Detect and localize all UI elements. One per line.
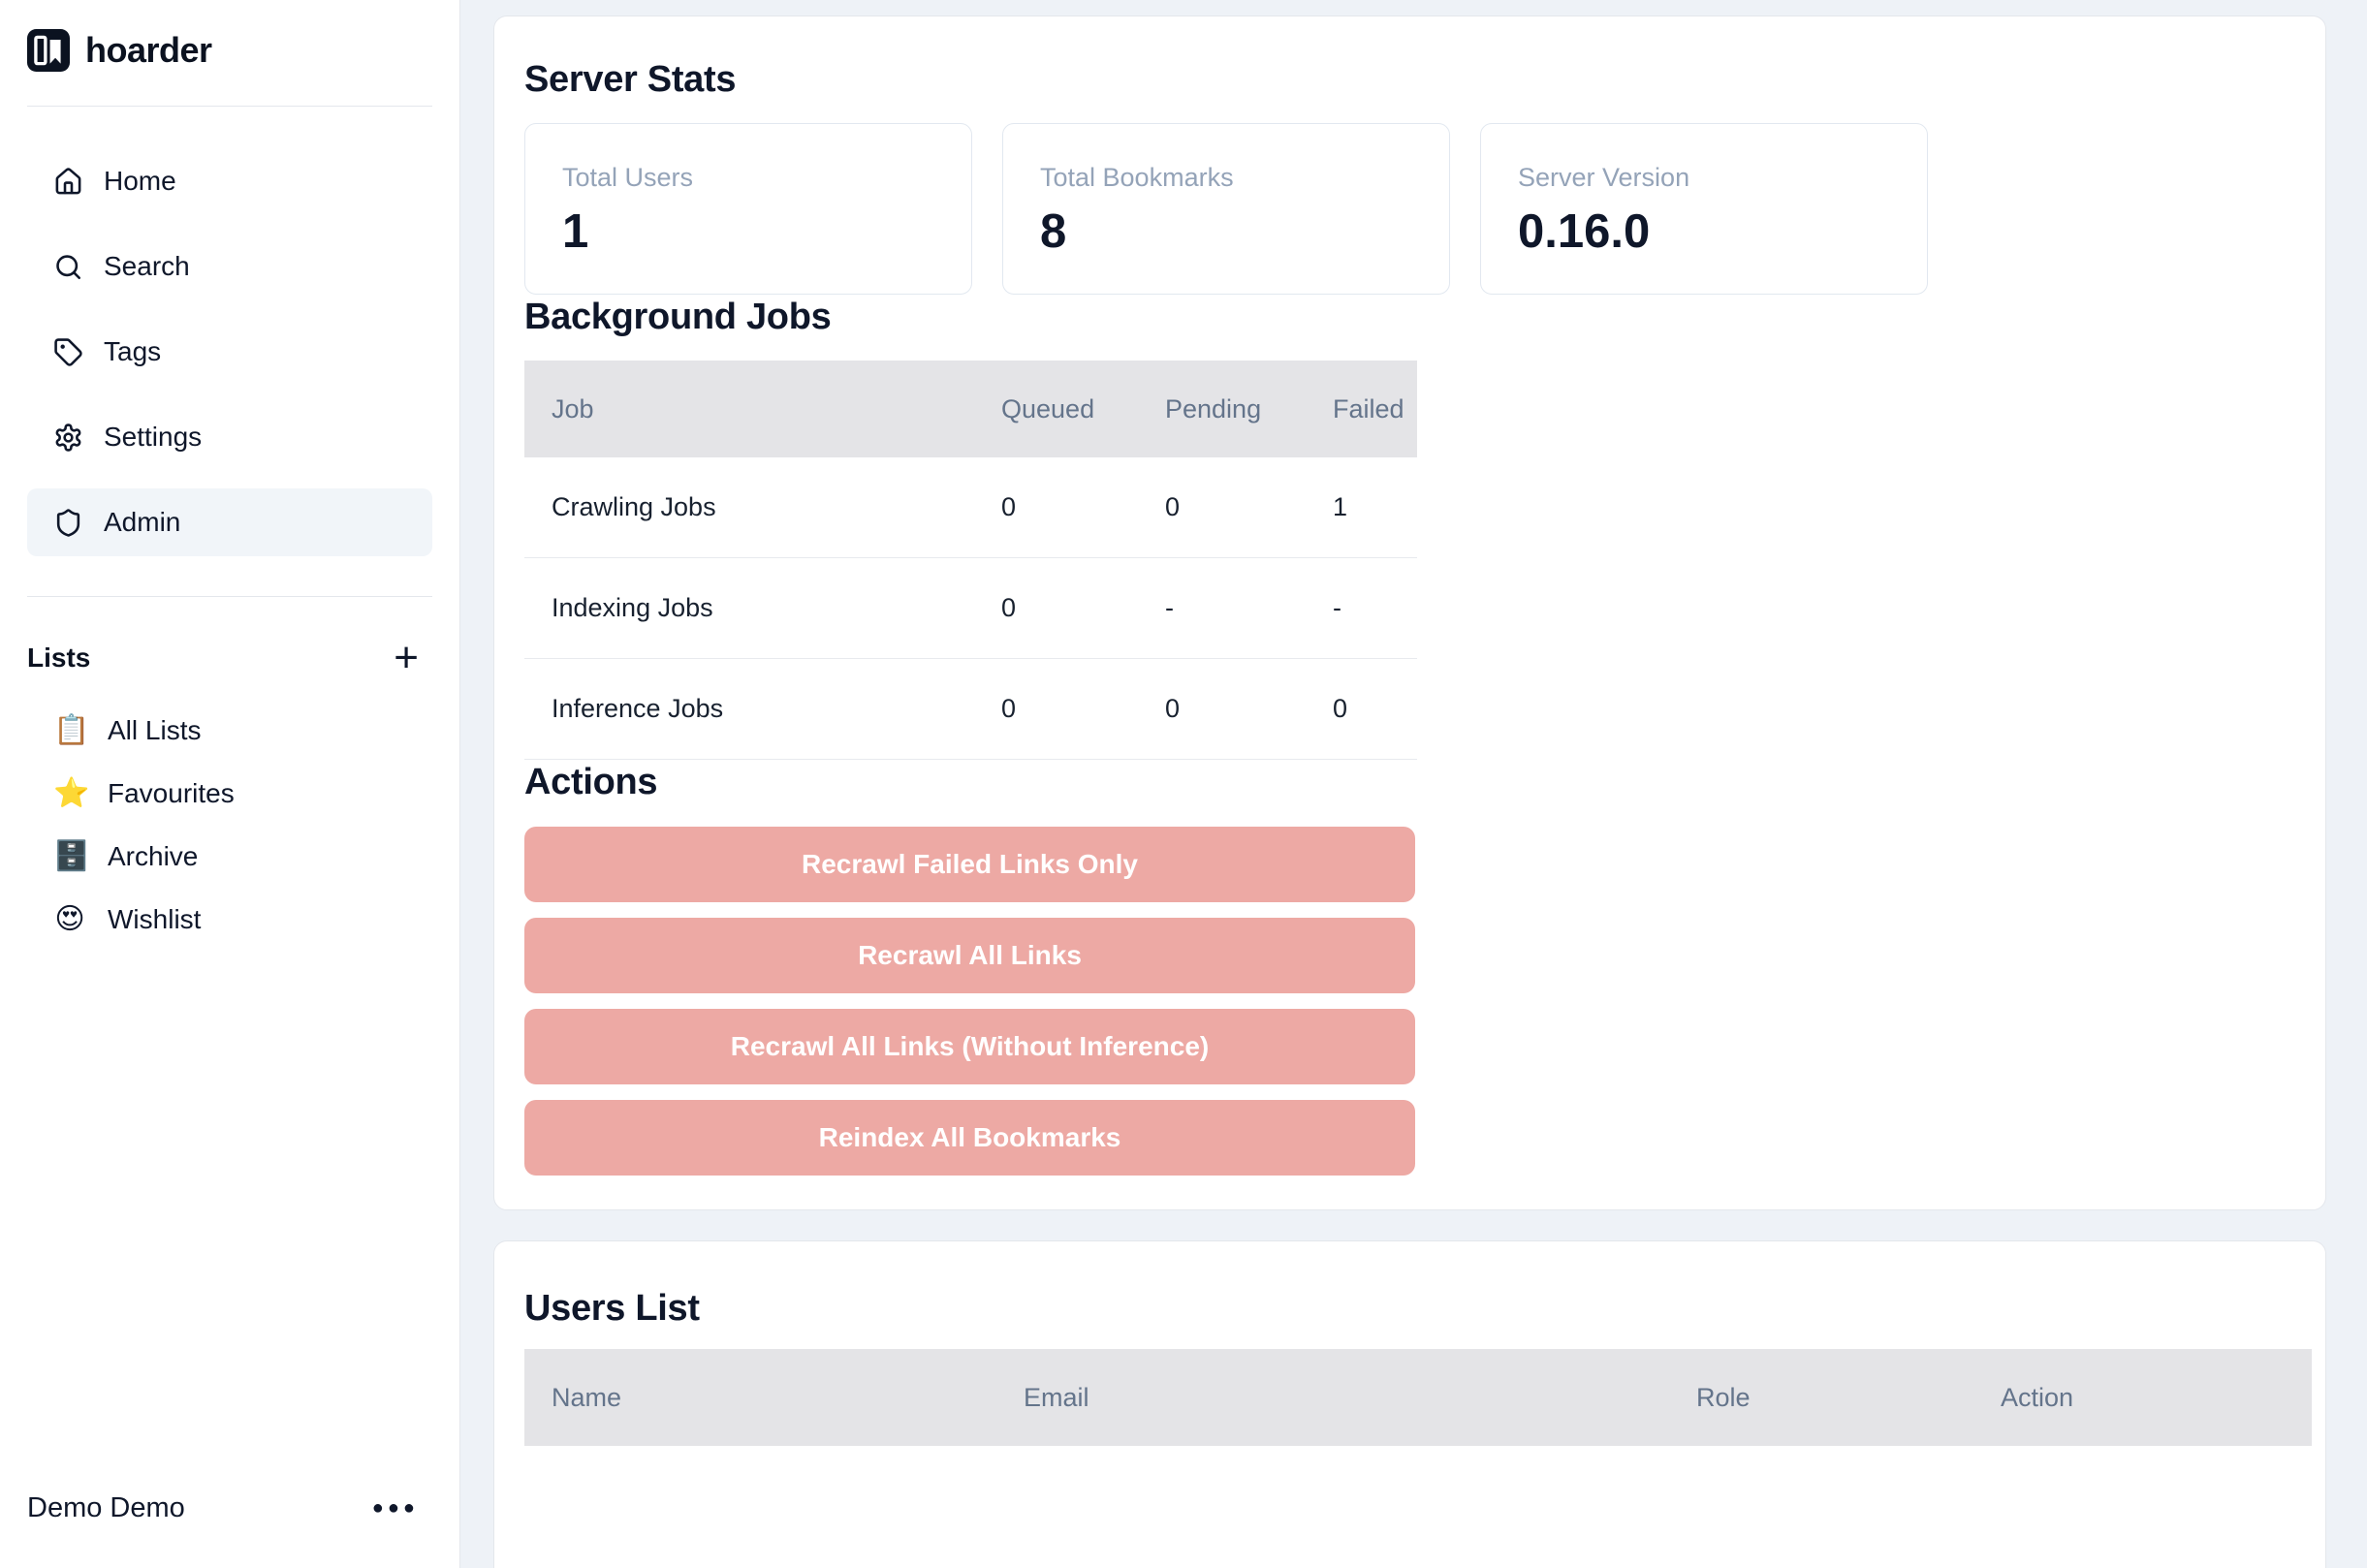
list-item-label: Wishlist [108, 904, 201, 935]
column-header-failed: Failed [1306, 394, 1417, 424]
cell-queued: 0 [974, 593, 1138, 623]
list-item-archive[interactable]: 🗄️ Archive [27, 830, 432, 884]
stat-card-total-bookmarks: Total Bookmarks 8 [1002, 123, 1450, 295]
lists-title: Lists [27, 643, 90, 674]
list-item-label: Favourites [108, 778, 235, 809]
user-row: Demo Demo ●●● [27, 1481, 432, 1535]
app-title: hoarder [85, 30, 212, 71]
lists-header: Lists + [27, 631, 432, 685]
sidebar-divider [27, 106, 432, 107]
cell-queued: 0 [974, 694, 1138, 724]
cell-failed: 0 [1306, 694, 1417, 724]
hoarder-logo[interactable]: hoarder [27, 29, 432, 72]
background-jobs-table: Job Queued Pending Failed Crawling Jobs … [524, 361, 1417, 760]
plus-icon: + [394, 634, 419, 681]
sidebar-item-tags[interactable]: Tags [27, 318, 432, 386]
stat-value: 1 [562, 204, 934, 259]
lists-items: 📋 All Lists ⭐ Favourites 🗄️ Archive 😍 Wi… [27, 704, 432, 947]
list-item-wishlist[interactable]: 😍 Wishlist [27, 893, 432, 947]
sidebar-item-label: Admin [104, 507, 180, 538]
user-menu-button[interactable]: ●●● [370, 1494, 421, 1521]
sidebar-item-label: Tags [104, 336, 161, 367]
sidebar-item-settings[interactable]: Settings [27, 403, 432, 471]
sidebar: hoarder Home S [0, 0, 460, 1568]
home-icon [53, 167, 83, 197]
server-stats-row: Total Users 1 Total Bookmarks 8 Server V… [524, 123, 2295, 295]
column-header-action: Action [1973, 1383, 2312, 1413]
column-header-job: Job [524, 394, 974, 424]
stat-card-total-users: Total Users 1 [524, 123, 972, 295]
sidebar-item-label: Search [104, 251, 190, 282]
stat-value: 0.16.0 [1518, 204, 1890, 259]
table-row-indexing-jobs: Indexing Jobs 0 - - [524, 558, 1417, 659]
stat-label: Total Users [562, 163, 934, 193]
cell-pending: 0 [1138, 694, 1306, 724]
users-card: Users List Name Email Role Action [493, 1240, 2326, 1568]
users-table: Name Email Role Action [524, 1349, 2312, 1446]
column-header-role: Role [1669, 1383, 1973, 1413]
sidebar-item-admin[interactable]: Admin [27, 488, 432, 556]
list-item-all-lists[interactable]: 📋 All Lists [27, 704, 432, 758]
column-header-name: Name [524, 1383, 996, 1413]
cell-pending: - [1138, 593, 1306, 623]
recrawl-all-links-button[interactable]: Recrawl All Links [524, 918, 1415, 993]
cell-job-name: Inference Jobs [524, 694, 974, 724]
actions-buttons: Recrawl Failed Links Only Recrawl All Li… [524, 827, 1415, 1176]
app-root: hoarder Home S [0, 0, 2367, 1568]
reindex-all-bookmarks-button[interactable]: Reindex All Bookmarks [524, 1100, 1415, 1176]
stat-label: Total Bookmarks [1040, 163, 1412, 193]
file-cabinet-emoji-icon: 🗄️ [53, 842, 86, 871]
tag-icon [53, 337, 83, 367]
sidebar-item-label: Home [104, 166, 176, 197]
hoarder-logo-icon [27, 29, 70, 72]
server-stats-title: Server Stats [524, 57, 2295, 102]
column-header-queued: Queued [974, 394, 1138, 424]
gear-icon [53, 423, 83, 453]
admin-card: Server Stats Total Users 1 Total Bookmar… [493, 16, 2326, 1210]
jobs-table-header: Job Queued Pending Failed [524, 361, 1417, 457]
search-icon [53, 252, 83, 282]
user-name: Demo Demo [27, 1492, 185, 1524]
table-row-crawling-jobs: Crawling Jobs 0 0 1 [524, 457, 1417, 558]
heart-eyes-emoji-icon: 😍 [53, 905, 86, 934]
recrawl-failed-links-button[interactable]: Recrawl Failed Links Only [524, 827, 1415, 902]
sidebar-item-search[interactable]: Search [27, 233, 432, 300]
sidebar-item-home[interactable]: Home [27, 147, 432, 215]
column-header-pending: Pending [1138, 394, 1306, 424]
cell-failed: 1 [1306, 492, 1417, 522]
sidebar-nav: Home Search Tags [27, 147, 432, 556]
shield-icon [53, 508, 83, 538]
list-item-label: All Lists [108, 715, 201, 746]
cell-job-name: Crawling Jobs [524, 492, 974, 522]
background-jobs-title: Background Jobs [524, 295, 2295, 339]
clipboard-emoji-icon: 📋 [53, 716, 86, 745]
list-item-label: Archive [108, 841, 198, 872]
star-emoji-icon: ⭐ [53, 779, 86, 808]
ellipsis-icon: ●●● [372, 1497, 419, 1519]
actions-title: Actions [524, 760, 2295, 804]
cell-failed: - [1306, 593, 1417, 623]
list-item-favourites[interactable]: ⭐ Favourites [27, 767, 432, 821]
users-list-title: Users List [524, 1286, 2295, 1331]
sidebar-item-label: Settings [104, 422, 202, 453]
stat-value: 8 [1040, 204, 1412, 259]
add-list-button[interactable]: + [392, 637, 421, 679]
users-table-header: Name Email Role Action [524, 1349, 2312, 1446]
cell-pending: 0 [1138, 492, 1306, 522]
stat-card-server-version: Server Version 0.16.0 [1480, 123, 1928, 295]
column-header-email: Email [996, 1383, 1669, 1413]
cell-job-name: Indexing Jobs [524, 593, 974, 623]
table-row-inference-jobs: Inference Jobs 0 0 0 [524, 659, 1417, 760]
cell-queued: 0 [974, 492, 1138, 522]
recrawl-without-inference-button[interactable]: Recrawl All Links (Without Inference) [524, 1009, 1415, 1084]
sidebar-divider [27, 596, 432, 597]
stat-label: Server Version [1518, 163, 1890, 193]
main-content: Server Stats Total Users 1 Total Bookmar… [460, 0, 2367, 1568]
